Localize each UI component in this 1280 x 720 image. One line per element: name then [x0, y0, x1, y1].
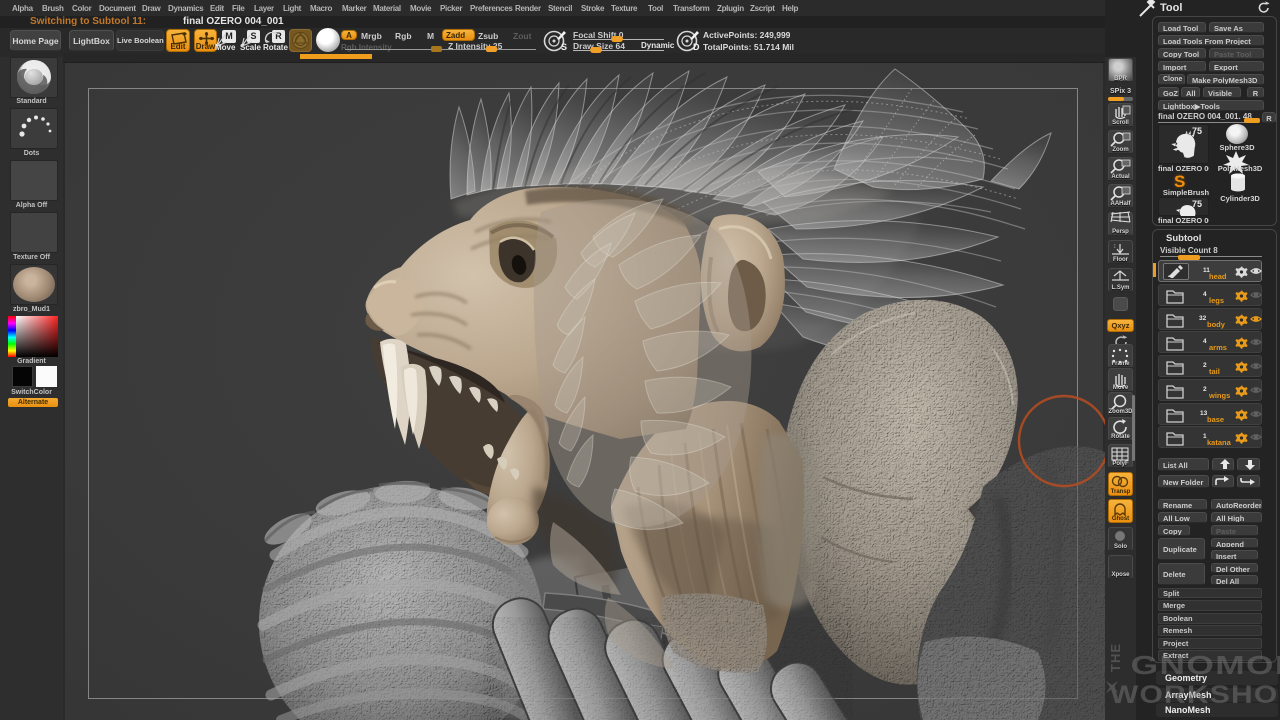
svg-text:D: D: [693, 42, 700, 52]
svg-text:S: S: [561, 42, 567, 52]
svg-text:↕: ↕: [1113, 243, 1117, 250]
